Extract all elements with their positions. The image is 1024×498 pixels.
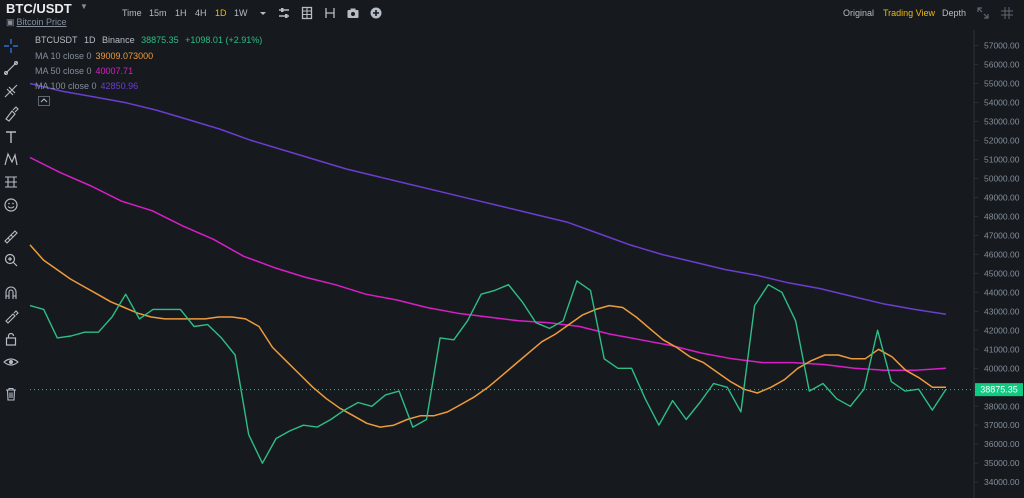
crosshair-icon[interactable] [3, 38, 19, 54]
camera-icon[interactable] [346, 6, 360, 20]
series-lines [29, 82, 947, 464]
text-icon[interactable] [3, 129, 19, 145]
y-tick-label: 48000.00 [984, 211, 1020, 221]
y-tick-label: 47000.00 [984, 230, 1020, 240]
view-depth[interactable]: Depth [942, 8, 966, 18]
chevron-down-icon[interactable]: ▼ [80, 2, 88, 11]
trendline-icon[interactable] [3, 60, 19, 76]
ma10-value: 39009.073000 [95, 51, 154, 61]
brush-icon[interactable] [3, 106, 19, 122]
price-chart[interactable]: 34000.00 35000.00 36000.00 37000.00 38000.00… [0, 0, 1024, 498]
y-tick-label: 42000.00 [984, 325, 1020, 335]
interval-15m[interactable]: 15m [149, 8, 167, 18]
y-tick-label: 50000.00 [984, 173, 1020, 183]
emoji-icon[interactable] [3, 197, 19, 213]
y-tick-label: 34000.00 [984, 477, 1020, 487]
interval-time[interactable]: Time [122, 8, 142, 18]
price-axis: 34000.00 35000.00 36000.00 37000.00 38000.00… [974, 40, 1020, 487]
interval-1w[interactable]: 1W [234, 8, 248, 18]
collapse-legend-icon[interactable] [38, 96, 50, 106]
lock-icon[interactable] [3, 331, 19, 347]
view-trading-view[interactable]: Trading View [883, 8, 935, 18]
sliders-icon[interactable] [277, 6, 291, 20]
y-tick-label: 35000.00 [984, 458, 1020, 468]
series-line-ma-50-close-0 [29, 156, 947, 371]
ma10-label: MA 10 close 0 [35, 51, 92, 61]
ma100-value: 42850.96 [100, 81, 139, 91]
eye-icon[interactable] [3, 354, 19, 370]
grid-icon[interactable] [300, 6, 314, 20]
drawing-toolbar [0, 30, 22, 498]
y-tick-label: 56000.00 [984, 59, 1020, 69]
trash-icon[interactable] [3, 386, 19, 402]
y-tick-label: 37000.00 [984, 420, 1020, 430]
magnet-icon[interactable] [3, 285, 19, 301]
y-tick-label: 49000.00 [984, 192, 1020, 202]
y-tick-label: 44000.00 [984, 287, 1020, 297]
y-tick-label: 53000.00 [984, 116, 1020, 126]
y-tick-label: 46000.00 [984, 249, 1020, 259]
ma50-label: MA 50 close 0 [35, 66, 92, 76]
zoom-icon[interactable] [3, 252, 19, 268]
legend-main: BTCUSDT 1D Binance 38875.35 +1098.01 (+2… [35, 35, 266, 45]
series-line-ma-10-close-0 [29, 244, 946, 428]
y-tick-label: 41000.00 [984, 344, 1020, 354]
chart-toolbar: BTC/USDT ▼ ▣ Bitcoin Price Time 15m 1H 4H… [0, 0, 1024, 30]
legend-ma10[interactable]: MA 10 close 0 39009.073000 [35, 51, 157, 61]
y-tick-label: 36000.00 [984, 439, 1020, 449]
info-icon: ▣ [6, 17, 15, 27]
expand-icon[interactable] [976, 6, 990, 20]
last-price-label: 38875.35 [980, 385, 1018, 395]
interval-4h[interactable]: 4H [195, 8, 207, 18]
legend-ma100[interactable]: MA 100 close 0 42850.96 [35, 81, 142, 91]
measure-icon[interactable] [3, 174, 19, 190]
interval-1h[interactable]: 1H [175, 8, 187, 18]
legend-pair: BTCUSDT [35, 35, 78, 45]
y-tick-label: 52000.00 [984, 135, 1020, 145]
legend-exchange: Binance [102, 35, 135, 45]
y-tick-label: 43000.00 [984, 306, 1020, 316]
legend-ma50[interactable]: MA 50 close 0 40007.71 [35, 66, 137, 76]
fib-icon[interactable] [3, 83, 19, 99]
legend-price: 38875.35 [141, 35, 179, 45]
y-tick-label: 38000.00 [984, 401, 1020, 411]
interval-dropdown-icon[interactable] [256, 6, 270, 20]
series-line-ma-100-close-0 [29, 82, 947, 315]
y-tick-label: 54000.00 [984, 97, 1020, 107]
ma100-label: MA 100 close 0 [35, 81, 97, 91]
y-tick-label: 45000.00 [984, 268, 1020, 278]
ruler-icon[interactable] [3, 229, 19, 245]
plus-circle-icon[interactable] [369, 6, 383, 20]
subtitle: ▣ Bitcoin Price [6, 17, 67, 28]
view-original[interactable]: Original [843, 8, 874, 18]
lock-drawing-icon[interactable] [3, 308, 19, 324]
y-tick-label: 55000.00 [984, 78, 1020, 88]
legend-interval: 1D [84, 35, 96, 45]
y-tick-label: 57000.00 [984, 40, 1020, 50]
pattern-icon[interactable] [3, 151, 19, 167]
bitcoin-price-link[interactable]: Bitcoin Price [17, 17, 67, 27]
ma50-value: 40007.71 [95, 66, 134, 76]
layout-icon[interactable] [323, 6, 337, 20]
legend-change: +1098.01 (+2.91%) [185, 35, 263, 45]
y-tick-label: 51000.00 [984, 154, 1020, 164]
series-line-btcusdt [29, 280, 947, 464]
y-tick-label: 40000.00 [984, 363, 1020, 373]
grid-toggle-icon[interactable] [1000, 6, 1014, 20]
interval-1d[interactable]: 1D [215, 8, 227, 18]
symbol-title[interactable]: BTC/USDT [6, 1, 72, 16]
